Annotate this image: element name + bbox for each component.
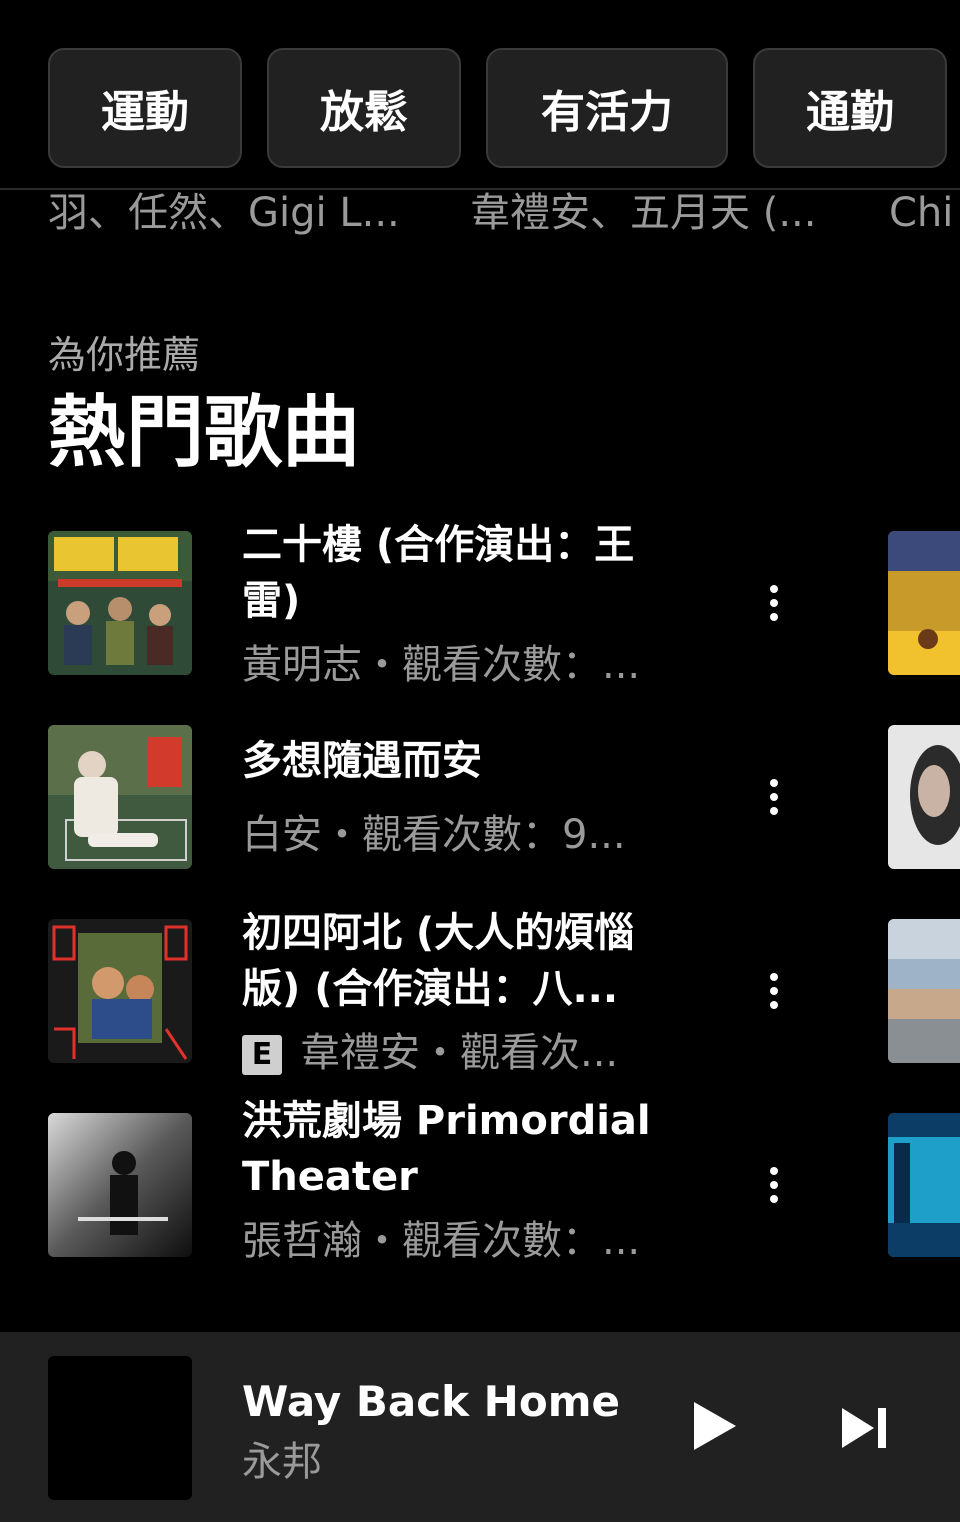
now-playing-title: Way Back Home: [242, 1377, 620, 1426]
song-title: 多想隨遇而安: [242, 738, 482, 784]
chip-commute[interactable]: 通勤: [753, 48, 947, 168]
song-info: 洪荒劇場 Primordial Theater 張哲瀚・觀看次數：...: [242, 1093, 672, 1269]
previous-shelf-subtitle: 韋禮安、五月天 (...: [470, 190, 817, 236]
song-subtitle: 張哲瀚・觀看次數：...: [242, 1218, 641, 1264]
mood-chips: 運動 放鬆 有活力 通勤: [48, 48, 960, 168]
song-title: 二十樓 (合作演出：王雷): [242, 522, 635, 624]
previous-shelf-subtitles: 羽、任然、Gigi L... 韋禮安、五月天 (... Chi: [48, 186, 960, 242]
chip-exercise[interactable]: 運動: [48, 48, 242, 168]
song-row[interactable]: 初四阿北 (大人的煩惱版) (合作演出：八... E 韋禮安・觀看次...: [48, 910, 960, 1076]
next-column-thumbnail[interactable]: [888, 725, 960, 869]
song-thumbnail[interactable]: [48, 725, 192, 869]
song-info: 初四阿北 (大人的煩惱版) (合作演出：八... E 韋禮安・觀看次...: [242, 905, 672, 1081]
skip-next-icon[interactable]: [838, 1406, 894, 1450]
more-vert-icon[interactable]: [754, 777, 794, 817]
song-thumbnail[interactable]: [48, 531, 192, 675]
song-subtitle: 黃明志・觀看次數：...: [242, 642, 641, 688]
play-icon[interactable]: [686, 1398, 742, 1454]
song-subtitle: 白安・觀看次數：9...: [242, 812, 626, 858]
song-thumbnail[interactable]: [48, 919, 192, 1063]
now-playing-artwork[interactable]: [48, 1356, 192, 1500]
next-column-thumbnail[interactable]: [888, 919, 960, 1063]
section-overline: 為你推薦: [48, 333, 201, 377]
now-playing-artist: 永邦: [242, 1439, 322, 1485]
song-title: 洪荒劇場 Primordial Theater: [242, 1098, 651, 1200]
song-row[interactable]: 洪荒劇場 Primordial Theater 張哲瀚・觀看次數：...: [48, 1098, 960, 1264]
chip-relax[interactable]: 放鬆: [267, 48, 461, 168]
more-vert-icon[interactable]: [754, 971, 794, 1011]
previous-shelf-subtitle: Chi: [889, 190, 954, 236]
explicit-badge: E: [242, 1035, 282, 1075]
previous-shelf-subtitle: 羽、任然、Gigi L...: [48, 190, 400, 236]
mini-player[interactable]: Way Back Home 永邦: [0, 1332, 960, 1522]
song-info: 二十樓 (合作演出：王雷) 黃明志・觀看次數：...: [242, 517, 672, 693]
next-column-thumbnail[interactable]: [888, 1113, 960, 1257]
more-vert-icon[interactable]: [754, 1165, 794, 1205]
song-info: 多想隨遇而安 白安・觀看次數：9...: [242, 733, 672, 863]
song-row[interactable]: 二十樓 (合作演出：王雷) 黃明志・觀看次數：...: [48, 522, 960, 688]
song-subtitle: 韋禮安・觀看次...: [300, 1030, 619, 1076]
song-row[interactable]: 多想隨遇而安 白安・觀看次數：9...: [48, 725, 960, 869]
more-vert-icon[interactable]: [754, 583, 794, 623]
song-title: 初四阿北 (大人的煩惱版) (合作演出：八...: [242, 910, 635, 1012]
section-title: 熱門歌曲: [48, 388, 361, 478]
song-subtitle-row: E 韋禮安・觀看次...: [242, 1025, 672, 1081]
next-column-thumbnail[interactable]: [888, 531, 960, 675]
chip-energize[interactable]: 有活力: [486, 48, 728, 168]
song-thumbnail[interactable]: [48, 1113, 192, 1257]
